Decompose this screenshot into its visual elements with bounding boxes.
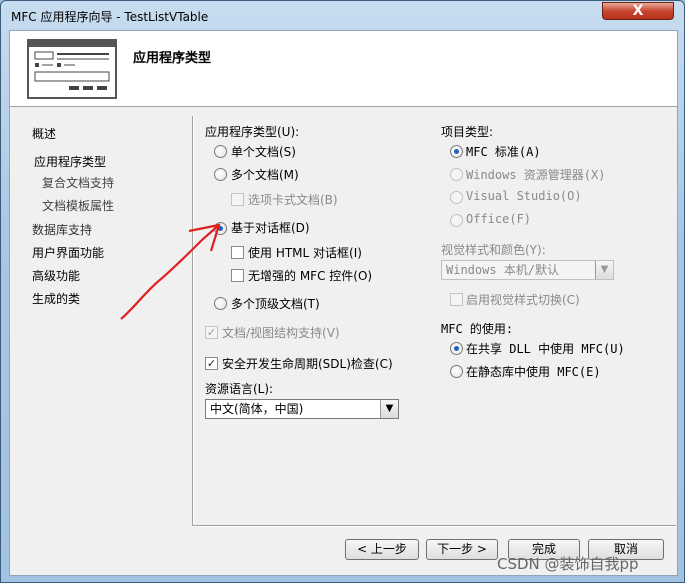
wizard-header: 应用程序类型 [10,31,677,107]
visual-studio-label: Visual Studio(O) [466,189,582,203]
wizard-client-area: 应用程序类型 概述 应用程序类型 复合文档支持 文档模板属性 数据库支持 用户界… [9,30,678,576]
sdl-checkbox[interactable]: ✓ [205,357,218,370]
close-button[interactable]: X [602,2,674,20]
nav-item-document-template[interactable]: 文档模板属性 [42,197,114,214]
back-button[interactable]: < 上一步 [345,539,419,560]
mfc-standard-label: MFC 标准(A) [466,145,541,159]
sdl-label: 安全开发生命周期(SDL)检查(C) [222,357,393,371]
tabbed-doc-checkbox[interactable] [231,193,244,206]
watermark: CSDN @装饰自我pp [497,555,639,573]
page-title: 应用程序类型 [133,51,212,66]
wizard-window: MFC 应用程序向导 - TestListVTable X 应用程序类型 概述 … [0,0,685,583]
chevron-down-icon: ▼ [595,261,613,279]
tabbed-doc-label: 选项卡式文档(B) [248,193,338,207]
resource-language-select[interactable]: 中文(简体，中国) ▼ [205,399,399,419]
visual-studio-radio[interactable] [450,191,463,204]
windows-explorer-radio[interactable] [450,168,463,181]
doc-view-label: 文档/视图结构支持(V) [222,326,340,340]
mfc-usage-label: MFC 的使用: [441,322,514,336]
project-type-label: 项目类型: [441,125,494,139]
shared-dll-radio[interactable] [450,342,463,355]
static-lib-radio[interactable] [450,365,463,378]
enable-style-switch-label: 启用视觉样式切换(C) [466,293,580,307]
office-label: Office(F) [466,212,532,226]
html-dialog-label: 使用 HTML 对话框(I) [248,246,362,260]
static-lib-label: 在静态库中使用 MFC(E) [466,365,601,379]
doc-view-checkbox[interactable]: ✓ [205,326,218,339]
resource-language-label: 资源语言(L): [205,382,274,396]
enable-style-switch-checkbox[interactable] [450,293,463,306]
html-dialog-checkbox[interactable] [231,246,244,259]
office-radio[interactable] [450,214,463,227]
close-icon: X [632,3,644,19]
multi-doc-radio[interactable] [214,168,227,181]
red-annotation-arrow-icon [120,223,221,320]
multi-doc-label: 多个文档(M) [231,168,299,182]
chevron-down-icon: ▼ [380,400,398,418]
single-doc-label: 单个文档(S) [231,145,296,159]
dialog-based-label: 基于对话框(D) [231,221,310,235]
no-enhanced-mfc-checkbox[interactable] [231,269,244,282]
wizard-page-icon [27,39,117,99]
nav-item-overview[interactable]: 概述 [32,125,56,142]
single-doc-radio[interactable] [214,145,227,158]
nav-item-application-type[interactable]: 应用程序类型 [34,153,106,170]
visual-style-select[interactable]: Windows 本机/默认 ▼ [441,260,614,280]
nav-item-generated-classes[interactable]: 生成的类 [32,290,80,307]
mfc-standard-radio[interactable] [450,145,463,158]
window-title: MFC 应用程序向导 - TestListVTable [11,10,209,24]
nav-item-ui-features[interactable]: 用户界面功能 [32,244,104,261]
next-button[interactable]: 下一步 > [426,539,498,560]
nav-item-advanced-features[interactable]: 高级功能 [32,267,80,284]
dialog-illustration-icon [29,41,115,90]
no-enhanced-mfc-label: 无增强的 MFC 控件(O) [248,269,373,283]
nav-item-database-support[interactable]: 数据库支持 [32,221,92,238]
resource-language-value: 中文(简体，中国) [210,402,304,416]
nav-item-compound-document[interactable]: 复合文档支持 [42,174,114,191]
title-bar: MFC 应用程序向导 - TestListVTable X [1,1,684,29]
windows-explorer-label: Windows 资源管理器(X) [466,168,606,182]
visual-style-value: Windows 本机/默认 [446,263,560,277]
app-type-label: 应用程序类型(U): [205,125,300,139]
visual-style-label: 视觉样式和颜色(Y): [441,243,546,257]
multi-top-level-label: 多个顶级文档(T) [231,297,320,311]
shared-dll-label: 在共享 DLL 中使用 MFC(U) [466,342,625,356]
footer-divider [192,525,676,526]
